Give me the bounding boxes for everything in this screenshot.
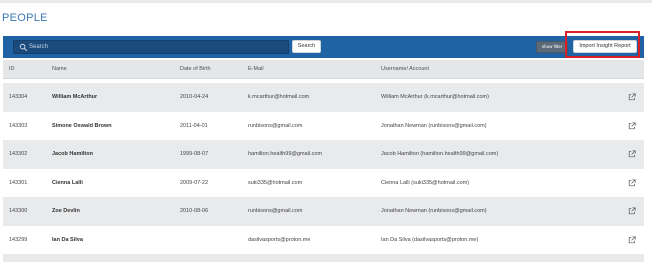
external-link-icon[interactable] [628, 178, 636, 187]
search-icon [19, 43, 28, 52]
cell-name: Ian Da Silva [52, 236, 83, 243]
external-link-icon[interactable] [628, 235, 636, 244]
cell-name: Zoe Devlin [52, 208, 80, 214]
search-placeholder: Search [29, 44, 49, 50]
cell-username: Ian Da Silva (dasilvasports@proton.me) [381, 236, 479, 243]
cell-name: Jacob Hamilton [52, 151, 93, 157]
cell-dob: 2009-07-22 [180, 179, 209, 186]
cell-email: dasilvasports@proton.me [248, 236, 311, 243]
table-row[interactable]: 143299 Ian Da Silva dasilvasports@proton… [3, 225, 644, 254]
cell-id: 143303 [9, 122, 28, 129]
external-link-icon[interactable] [628, 121, 636, 130]
header-name[interactable]: Name [52, 60, 67, 79]
cell-id: 143300 [9, 208, 28, 214]
table-row-partial [3, 254, 644, 262]
header-email[interactable]: E-Mail [248, 60, 264, 79]
search-input[interactable]: Search [13, 40, 289, 54]
cell-dob: 2010-08-06 [180, 208, 209, 214]
header-date-of-birth[interactable]: Date of Birth [180, 60, 211, 79]
cell-username: Jacob Hamilton (hamilton.health99@gmail.… [381, 151, 499, 157]
cell-username: Jonathan Newman (runbisons@gmail.com) [381, 208, 487, 214]
cell-name: Cienna Lalli [52, 179, 83, 186]
external-link-icon[interactable] [628, 207, 636, 215]
search-button[interactable]: Search [292, 40, 321, 53]
table-row[interactable]: 143301 Cienna Lalli 2009-07-22 suki335@h… [3, 168, 644, 197]
cell-dob: 2010-04-24 [180, 94, 209, 100]
cell-id: 143301 [9, 179, 28, 186]
show-filter-button[interactable]: show filter [536, 41, 568, 53]
cell-id: 143302 [9, 151, 28, 157]
cell-username: William McArthur (k.mcarthur@hotmail.com… [381, 94, 489, 100]
cell-email: hamilton.health99@gmail.com [248, 151, 323, 157]
toolbar: Search Search show filter Import Insight… [3, 36, 644, 58]
table-row[interactable]: 143303 Simone Oswald Brown 2011-04-01 ru… [3, 111, 644, 140]
cell-username: Cienna Lalli (suki335@hotmail.com) [381, 179, 470, 186]
cell-email: suki335@hotmail.com [248, 179, 303, 186]
top-strip [0, 0, 652, 3]
table-row[interactable]: 143304 William McArthur 2010-04-24 k.mca… [3, 83, 644, 112]
header-username-account[interactable]: Username/ Account [381, 60, 429, 79]
cell-email: runbisons@gmail.com [248, 208, 303, 214]
import-insight-report-button[interactable]: Import Insight Report [573, 40, 637, 53]
cell-name: Simone Oswald Brown [52, 122, 112, 129]
cell-id: 143304 [9, 94, 28, 100]
table-row[interactable]: 143302 Jacob Hamilton 1999-08-07 hamilto… [3, 140, 644, 169]
header-id[interactable]: ID [9, 60, 15, 79]
table-header: ID Name Date of Birth E-Mail Username/ A… [3, 60, 644, 79]
external-link-icon[interactable] [628, 150, 636, 158]
cell-dob: 2011-04-01 [180, 122, 208, 129]
people-table: ID Name Date of Birth E-Mail Username/ A… [3, 60, 644, 262]
cell-username: Jonathan Newman (runbisons@gmail.com) [381, 122, 487, 129]
external-link-icon[interactable] [628, 93, 636, 101]
cell-name: William McArthur [52, 94, 98, 100]
cell-id: 143299 [9, 236, 28, 243]
cell-email: k.mcarthur@hotmail.com [248, 94, 310, 100]
table-row[interactable]: 143300 Zoe Devlin 2010-08-06 runbisons@g… [3, 197, 644, 226]
page-title: PEOPLE [2, 12, 48, 24]
cell-dob: 1999-08-07 [180, 151, 209, 157]
cell-email: runbisons@gmail.com [248, 122, 303, 129]
